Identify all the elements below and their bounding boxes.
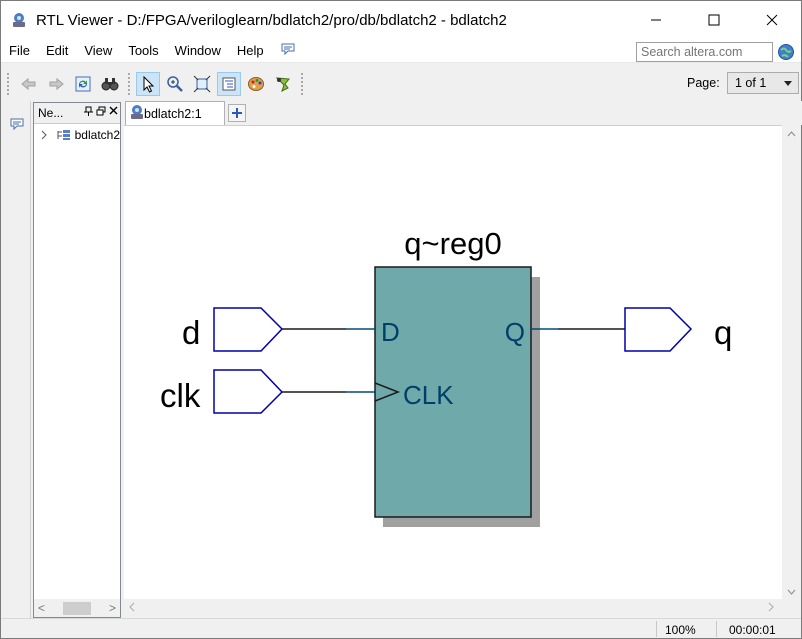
register-name: q~reg0: [404, 226, 501, 261]
fit-icon: [193, 75, 211, 93]
tab-bdlatch2[interactable]: bdlatch2:1: [125, 101, 225, 125]
port-q: Q: [505, 317, 525, 347]
output-pin-q[interactable]: [624, 307, 693, 352]
port-clk: CLK: [403, 380, 454, 410]
feedback-button[interactable]: [272, 42, 304, 59]
minimize-button[interactable]: [627, 1, 685, 39]
netlist-navigator-panel: Ne... bdlatch2 < >: [33, 102, 121, 618]
refresh-icon: [75, 76, 91, 92]
schematic-svg: q~reg0 d D clk CLK Q q: [160, 226, 732, 527]
menu-tools[interactable]: Tools: [120, 43, 166, 58]
toolbar: Page: 1 of 1: [1, 69, 801, 99]
filter-icon: [275, 77, 290, 92]
vertical-scrollbar[interactable]: [782, 125, 801, 599]
toolbar-grip-2[interactable]: [128, 73, 132, 95]
status-bar: 100% 00:00:01: [1, 618, 801, 638]
menu-bar: File Edit View Tools Window Help: [1, 39, 801, 63]
rtl-viewer-window: RTL Viewer - D:/FPGA/veriloglearn/bdlatc…: [0, 0, 802, 639]
refresh-button[interactable]: [71, 72, 95, 96]
status-separator: [656, 621, 657, 637]
zoom-icon: [167, 76, 183, 92]
menu-edit[interactable]: Edit: [38, 43, 76, 58]
app-icon: [13, 13, 25, 27]
hierarchy-icon: [57, 130, 70, 140]
title-bar: RTL Viewer - D:/FPGA/veriloglearn/bdlatc…: [1, 1, 801, 39]
back-icon: [21, 77, 36, 91]
zoom-button[interactable]: [163, 72, 187, 96]
feedback-icon: [281, 43, 295, 56]
close-icon: [766, 14, 778, 26]
nav-scroll-thumb[interactable]: [63, 601, 91, 615]
page-select-value: 1 of 1: [735, 76, 767, 90]
nav-tree-label: bdlatch2: [74, 128, 120, 142]
document-tab-strip: bdlatch2:1: [123, 101, 802, 125]
input-pin-d[interactable]: [213, 307, 284, 352]
search-input[interactable]: [636, 42, 773, 62]
tab-label: bdlatch2:1: [144, 106, 202, 121]
menu-view[interactable]: View: [76, 43, 120, 58]
scroll-right-icon[interactable]: [768, 602, 774, 612]
scroll-down-icon[interactable]: [787, 589, 796, 595]
toolbar-grip[interactable]: [7, 73, 11, 95]
rtl-viewer-tab-icon: [131, 105, 143, 119]
fit-button[interactable]: [190, 72, 214, 96]
nav-tree-item[interactable]: bdlatch2: [34, 124, 120, 142]
maximize-button[interactable]: [685, 1, 743, 39]
back-button[interactable]: [17, 72, 41, 96]
globe-icon[interactable]: [777, 43, 795, 61]
netlist-button[interactable]: [217, 72, 241, 96]
find-icon: [101, 78, 119, 91]
nav-horizontal-scrollbar[interactable]: < >: [34, 599, 120, 617]
select-button[interactable]: [136, 72, 160, 96]
select-icon: [143, 75, 155, 93]
toolbar-grip-3[interactable]: [301, 73, 305, 95]
scroll-left-icon[interactable]: [129, 602, 135, 612]
find-button[interactable]: [98, 72, 122, 96]
output-label-q: q: [714, 314, 732, 351]
left-dock-strip: [1, 101, 31, 618]
maximize-icon: [708, 14, 720, 26]
chevron-right-icon[interactable]: [39, 130, 47, 140]
messages-icon[interactable]: [9, 117, 25, 131]
schematic-canvas[interactable]: q~reg0 d D clk CLK Q q: [124, 125, 782, 599]
netlist-icon: [222, 77, 236, 91]
add-tab-button[interactable]: [228, 104, 246, 122]
forward-button[interactable]: [44, 72, 68, 96]
palette-icon: [248, 77, 264, 91]
page-label: Page:: [687, 76, 720, 90]
close-button[interactable]: [743, 1, 801, 39]
float-icon[interactable]: [96, 106, 106, 116]
scroll-right-icon[interactable]: >: [109, 601, 116, 615]
input-label-clk: clk: [160, 377, 201, 414]
menu-window[interactable]: Window: [167, 43, 229, 58]
chevron-down-icon: [784, 81, 792, 86]
menu-help[interactable]: Help: [229, 43, 272, 58]
scroll-up-icon[interactable]: [787, 131, 796, 137]
filter-button[interactable]: [271, 72, 295, 96]
nav-panel-title: Ne...: [38, 106, 64, 120]
input-label-d: d: [182, 314, 200, 351]
port-d: D: [381, 317, 400, 347]
window-title: RTL Viewer - D:/FPGA/veriloglearn/bdlatc…: [36, 11, 507, 29]
elapsed-time: 00:00:01: [729, 623, 776, 637]
page-select[interactable]: 1 of 1: [727, 72, 799, 94]
input-pin-clk[interactable]: [213, 369, 284, 414]
minimize-icon: [651, 19, 661, 21]
close-panel-icon[interactable]: [109, 106, 118, 115]
menu-file[interactable]: File: [1, 43, 38, 58]
pin-icon[interactable]: [84, 106, 93, 116]
palette-button[interactable]: [244, 72, 268, 96]
nav-panel-header: Ne...: [34, 103, 120, 124]
plus-icon: [232, 108, 242, 118]
horizontal-scrollbar[interactable]: [124, 599, 782, 617]
forward-icon: [49, 77, 64, 91]
zoom-level: 100%: [665, 623, 696, 637]
scroll-left-icon[interactable]: <: [38, 601, 45, 615]
status-separator: [716, 621, 717, 637]
